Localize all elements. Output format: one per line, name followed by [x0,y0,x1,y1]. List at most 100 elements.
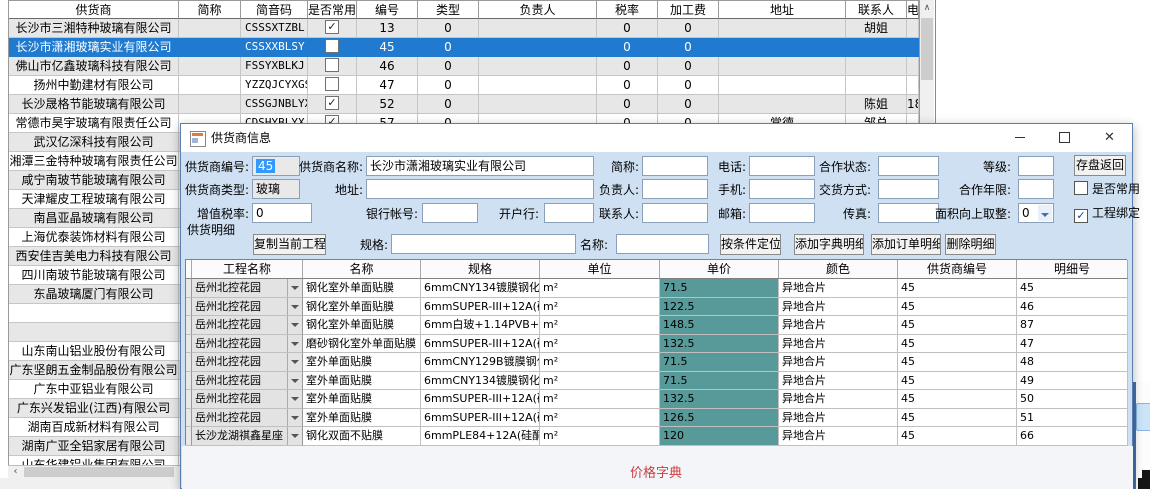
cell[interactable]: 52 [357,95,418,114]
supplier-no-field[interactable]: 45 [252,156,300,176]
cell[interactable] [479,19,597,38]
detail-cell[interactable]: 岳州北控花园 [192,279,303,298]
detail-cell[interactable]: 钢化双面不贴膜 [303,427,421,446]
detail-column-header-4[interactable]: 单位 [540,260,660,279]
table-row[interactable]: 扬州中勤建材有限公司YZZQJCYXGS47000 [9,76,919,95]
detail-column-header-7[interactable]: 供货商编号 [898,260,1017,279]
cell[interactable]: 0 [658,95,719,114]
column-header-2[interactable]: 简称 [179,0,241,19]
cell[interactable]: 扬州中勤建材有限公司 [9,76,179,95]
area-round-up-combobox[interactable]: 0 [1018,203,1054,223]
detail-cell[interactable]: 异地合片 [779,353,898,372]
detail-cell[interactable]: 45 [898,409,1017,428]
detail-cell[interactable]: 148.5 [660,316,779,335]
cell[interactable]: 山东南山铝业股份有限公司 [9,342,179,361]
detail-cell[interactable]: 46 [1017,298,1128,317]
cell[interactable] [9,304,179,323]
checkbox-checked-icon[interactable]: ✓ [325,20,339,34]
detail-cell[interactable]: m² [540,390,660,409]
cell[interactable] [179,76,241,95]
detail-cell[interactable]: 45 [898,427,1017,446]
detail-table-row[interactable]: 岳州北控花园钢化室外单面贴膜6mm白玻+1.14PVB+6mm...m²148.… [186,316,1126,335]
cell[interactable] [719,57,846,76]
dialog-titlebar[interactable]: 供货商信息 ✕ [181,124,1132,152]
cell[interactable]: 天津耀皮工程玻璃有限公司 [9,190,179,209]
detail-cell[interactable]: 71.5 [660,279,779,298]
add-dictionary-detail-button[interactable]: 添加字典明细 [794,234,864,255]
cell[interactable] [846,38,907,57]
chevron-down-icon[interactable] [287,316,302,334]
detail-cell[interactable]: 岳州北控花园 [192,353,303,372]
detail-cell[interactable]: m² [540,298,660,317]
cell[interactable] [9,323,179,342]
mobile-field[interactable] [749,179,815,199]
chevron-down-icon[interactable] [287,353,302,371]
detail-cell[interactable]: 岳州北控花园 [192,390,303,409]
detail-cell[interactable]: 45 [898,353,1017,372]
column-header-12[interactable]: 电话 [907,0,919,19]
cell[interactable]: 广东兴发铝业(江西)有限公司 [9,399,179,418]
cell[interactable]: 东晶玻璃厦门有限公司 [9,285,179,304]
cell[interactable]: CSSGJNBLYXGS [241,95,308,114]
cell[interactable] [907,38,919,57]
column-header-6[interactable]: 类型 [418,0,479,19]
detail-cell[interactable]: 45 [898,335,1017,354]
supplier-name-field[interactable]: 长沙市潇湘玻璃实业有限公司 [366,156,594,176]
common-use-checkbox[interactable]: 是否常用 [1074,180,1140,198]
detail-cell[interactable]: 6mmPLE84+12A(硅酮胶... [421,427,540,446]
column-header-5[interactable]: 编号 [357,0,418,19]
chevron-down-icon[interactable] [287,279,302,297]
cell[interactable] [308,76,357,95]
address-field[interactable] [366,179,594,199]
detail-cell[interactable]: 异地合片 [779,335,898,354]
manager-field[interactable] [642,179,708,199]
table-row[interactable]: 长沙晟格节能玻璃有限公司CSSGJNBLYXGS✓52000陈姐180751 [9,95,919,114]
checkbox-checked-icon[interactable]: ✓ [325,96,339,110]
cell[interactable]: 0 [658,19,719,38]
detail-cell[interactable]: 室外单面贴膜 [303,353,421,372]
detail-cell[interactable]: 岳州北控花园 [192,316,303,335]
cell[interactable]: 0 [418,95,479,114]
detail-cell[interactable]: 6mmSUPER-III+12A(硅... [421,409,540,428]
minimize-button[interactable] [997,124,1042,152]
add-order-detail-button[interactable]: 添加订单明细 [871,234,941,255]
detail-cell[interactable]: 51 [1017,409,1128,428]
detail-table-row[interactable]: 岳州北控花园室外单面贴膜6mmSUPER-III+12A(硅...m²126.5… [186,409,1126,428]
cell[interactable] [179,57,241,76]
cell[interactable]: 0 [658,57,719,76]
close-icon[interactable]: ✕ [1087,124,1132,152]
chevron-down-icon[interactable] [1038,205,1052,221]
detail-column-header-2[interactable]: 名称 [303,260,421,279]
cell[interactable] [719,95,846,114]
detail-cell[interactable]: 45 [898,316,1017,335]
cell[interactable]: 0 [597,38,658,57]
detail-cell[interactable]: 71.5 [660,353,779,372]
chevron-down-icon[interactable] [287,409,302,427]
cell[interactable]: 长沙晟格节能玻璃有限公司 [9,95,179,114]
cell[interactable] [719,76,846,95]
detail-cell[interactable]: 钢化室外单面贴膜 [303,316,421,335]
cell[interactable]: 常德市昊宇玻璃有限责任公司 [9,114,179,133]
detail-cell[interactable]: 异地合片 [779,427,898,446]
cell[interactable]: ✓ [308,19,357,38]
project-bind-checkbox[interactable]: ✓工程绑定 [1074,204,1140,222]
detail-cell[interactable]: 岳州北控花园 [192,372,303,391]
cell[interactable]: 湖南广亚全铝家居有限公司 [9,437,179,456]
detail-cell[interactable]: 异地合片 [779,372,898,391]
cell[interactable]: YZZQJCYXGS [241,76,308,95]
detail-cell[interactable]: 异地合片 [779,390,898,409]
detail-column-header-5[interactable]: 单价 [660,260,779,279]
detail-cell[interactable]: 48 [1017,353,1128,372]
table-row[interactable]: 长沙市三湘特种玻璃有限公司CSSSXTZBL..✓13000胡姐 [9,19,919,38]
cell[interactable] [479,76,597,95]
vat-rate-field[interactable]: 0 [252,203,312,223]
phone-field[interactable] [749,156,815,176]
column-header-9[interactable]: 加工费 [658,0,719,19]
column-header-8[interactable]: 税率 [597,0,658,19]
detail-table-row[interactable]: 岳州北控花园室外单面贴膜6mmSUPER-III+12A(硅...m²132.5… [186,390,1126,409]
cell[interactable]: 180751 [907,95,919,114]
cell[interactable]: 上海优泰装饰材料有限公司 [9,228,179,247]
cell[interactable] [846,57,907,76]
detail-cell[interactable]: 异地合片 [779,409,898,428]
cell[interactable]: 四川南玻节能玻璃有限公司 [9,266,179,285]
